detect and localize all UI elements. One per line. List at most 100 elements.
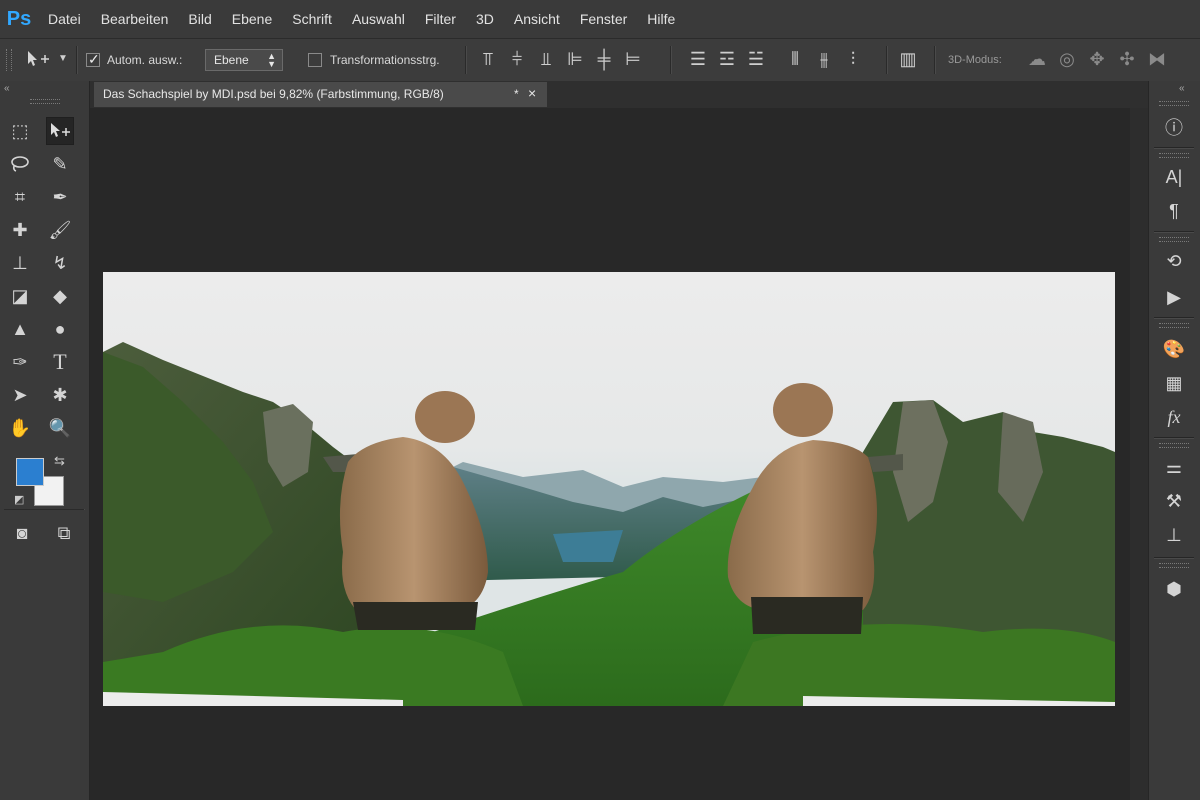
separator — [1154, 317, 1194, 319]
eyedropper-icon[interactable]: ✒ — [46, 183, 74, 211]
screen-mode-icon[interactable]: ⧉ — [50, 519, 78, 547]
distribute-vertical-centers-icon[interactable]: ☲ — [717, 49, 737, 69]
auto-select-checkbox[interactable] — [86, 51, 100, 68]
left-man-figure — [339, 391, 488, 630]
pen-icon[interactable]: ✑ — [6, 348, 34, 376]
photoshop-logo[interactable]: Ps — [0, 0, 38, 38]
swap-colors-icon[interactable]: ⇆ — [54, 453, 65, 469]
crop-icon[interactable]: ⌗ — [6, 183, 34, 211]
3d-orbit-icon[interactable]: ☁ — [1026, 49, 1048, 69]
clone-source-panel-icon[interactable]: ⊥ — [1156, 521, 1192, 549]
menu-ebene[interactable]: Ebene — [222, 0, 282, 38]
history-panel-icon[interactable]: ⟲ — [1156, 247, 1192, 275]
lake — [553, 530, 623, 562]
menu-schrift[interactable]: Schrift — [282, 0, 342, 38]
align-top-edges-icon[interactable]: ⫪ — [478, 49, 498, 69]
dock-grip[interactable] — [1159, 443, 1189, 448]
distribute-right-icon[interactable]: ⫶ — [843, 49, 863, 69]
clone-stamp-icon[interactable]: ⊥ — [6, 249, 34, 277]
path-selection-icon[interactable]: ➤ — [6, 381, 34, 409]
modified-marker: * — [514, 87, 519, 101]
3d-slide-icon[interactable]: ✣ — [1116, 49, 1138, 69]
distribute-top-icon[interactable]: ☰ — [688, 49, 708, 69]
separator — [1154, 231, 1194, 233]
3d-pan-icon[interactable]: ✥ — [1086, 49, 1108, 69]
rectangular-marquee-icon[interactable]: ⬚ — [6, 117, 34, 145]
distribute-bottom-icon[interactable]: ☱ — [746, 49, 766, 69]
auto-select-dropdown[interactable]: Ebene ▲ ▼ — [205, 49, 283, 71]
character-panel-icon[interactable]: A| — [1156, 163, 1192, 191]
3d-scale-icon[interactable]: ⧓ — [1146, 49, 1168, 69]
align-vertical-centers-icon[interactable]: ⫩ — [507, 49, 527, 69]
dock-grip[interactable] — [1159, 237, 1189, 242]
align-group: ⫪ ⫩ ⫫ ⊫ ╪ ⊨ — [478, 49, 643, 69]
menu-bearbeiten[interactable]: Bearbeiten — [91, 0, 179, 38]
dock-grip[interactable] — [1159, 323, 1189, 328]
distribute-left-icon[interactable]: ⫴ — [785, 49, 805, 69]
auto-select-value: Ebene — [214, 53, 249, 67]
separator — [670, 46, 672, 74]
3d-mode-label: 3D-Modus: — [948, 54, 1002, 66]
3d-roll-icon[interactable]: ◎ — [1056, 49, 1078, 69]
swatches-panel-icon[interactable]: ▦ — [1156, 369, 1192, 397]
foreground-color-swatch[interactable] — [16, 458, 44, 486]
dodge-icon[interactable]: ● — [46, 315, 74, 343]
info-panel-icon[interactable]: ⓘ — [1156, 113, 1192, 141]
menu-datei[interactable]: Datei — [38, 0, 91, 38]
dock-grip[interactable] — [1159, 563, 1189, 568]
document-canvas-image[interactable] — [103, 272, 1115, 706]
options-bar-grip[interactable] — [6, 49, 12, 71]
align-left-edges-icon[interactable]: ⊫ — [565, 49, 585, 69]
vertical-scrollbar[interactable] — [1130, 108, 1148, 800]
distribute-horizontal-centers-icon[interactable]: ⫵ — [814, 49, 834, 69]
actions-panel-icon[interactable]: ▶ — [1156, 283, 1192, 311]
menu-filter[interactable]: Filter — [415, 0, 466, 38]
document-tab-title: Das Schachspiel by MDI.psd bei 9,82% (Fa… — [103, 87, 444, 101]
menu-3d[interactable]: 3D — [466, 0, 504, 38]
auto-align-layers-icon[interactable]: ▥ — [898, 49, 918, 69]
paint-bucket-icon[interactable]: ◆ — [46, 282, 74, 310]
color-panel-icon[interactable]: 🎨 — [1156, 335, 1192, 363]
history-brush-icon[interactable]: ↯ — [46, 249, 74, 277]
transform-controls-checkbox[interactable] — [308, 53, 322, 67]
align-bottom-edges-icon[interactable]: ⫫ — [536, 49, 556, 69]
document-tab[interactable]: Das Schachspiel by MDI.psd bei 9,82% (Fa… — [94, 82, 547, 107]
move-tool-preset-icon[interactable] — [24, 49, 52, 73]
menu-fenster[interactable]: Fenster — [570, 0, 637, 38]
dock-grip[interactable] — [1159, 101, 1189, 106]
adjustments-panel-icon[interactable]: ⚌ — [1156, 453, 1192, 481]
separator — [1154, 437, 1194, 439]
lasso-icon[interactable] — [6, 150, 34, 178]
menu-bild[interactable]: Bild — [178, 0, 221, 38]
blur-icon[interactable]: ▲ — [6, 315, 34, 343]
dock-grip[interactable] — [1159, 153, 1189, 158]
eraser-icon[interactable]: ◪ — [6, 282, 34, 310]
collapse-dock-icon[interactable]: « — [1179, 83, 1185, 94]
chevron-down-icon[interactable]: ▼ — [56, 49, 70, 69]
custom-shape-icon[interactable]: ✱ — [46, 381, 74, 409]
collapse-tools-icon[interactable]: « — [4, 83, 10, 94]
tool-presets-panel-icon[interactable]: ⚒ — [1156, 487, 1192, 515]
zoom-icon[interactable]: 🔍 — [46, 414, 74, 442]
align-right-edges-icon[interactable]: ⊨ — [623, 49, 643, 69]
separator — [4, 509, 85, 510]
paragraph-panel-icon[interactable]: ¶ — [1156, 197, 1192, 225]
hand-icon[interactable]: ✋ — [6, 414, 34, 442]
menu-ansicht[interactable]: Ansicht — [504, 0, 570, 38]
brush-icon[interactable]: 🖌 — [46, 216, 74, 244]
quick-mask-icon[interactable]: ◙ — [8, 519, 36, 547]
type-tool-icon[interactable]: T — [46, 348, 74, 376]
options-bar: ▼ Autom. ausw.: Ebene ▲▼ Transformations… — [0, 39, 1200, 82]
align-horizontal-centers-icon[interactable]: ╪ — [594, 49, 614, 69]
menu-hilfe[interactable]: Hilfe — [637, 0, 685, 38]
default-colors-icon[interactable]: ◩ — [14, 493, 24, 506]
styles-panel-icon[interactable]: fx — [1156, 403, 1192, 431]
menu-auswahl[interactable]: Auswahl — [342, 0, 415, 38]
3d-panel-icon[interactable]: ⬢ — [1156, 575, 1192, 603]
close-tab-icon[interactable]: × — [528, 85, 536, 101]
move-tool-icon[interactable] — [46, 117, 74, 145]
tools-grip[interactable] — [30, 99, 60, 104]
quick-selection-icon[interactable]: ✎ — [46, 150, 74, 178]
healing-brush-icon[interactable]: ✚ — [6, 216, 34, 244]
right-man-figure — [727, 383, 877, 634]
